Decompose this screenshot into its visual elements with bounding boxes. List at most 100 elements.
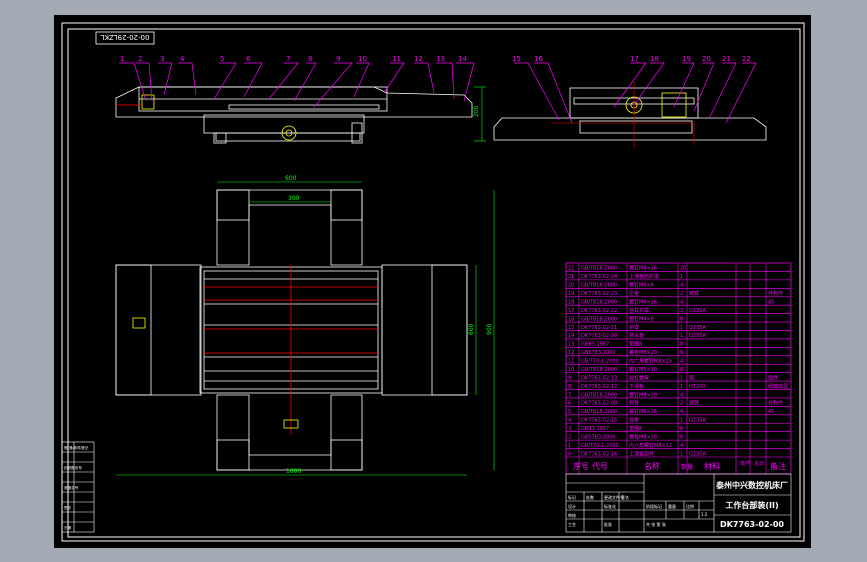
bom-cell-code: GB93-1987: [581, 426, 609, 432]
bom-cell-code: GB/T70.1-2000: [581, 359, 619, 365]
bom-cell-no: 10: [568, 367, 574, 373]
bom-cell-no: 6: [568, 401, 571, 407]
tb-standardization: 标准化: [604, 503, 616, 509]
bom-cell-name: 斜铁: [629, 400, 639, 407]
bom-cell-name: 螺栓M8×20: [629, 349, 657, 356]
bom-cell-material: 铜: [689, 374, 694, 381]
bom-cell-qty: 1: [680, 375, 683, 381]
bom-cell-qty: 4: [680, 299, 683, 305]
bom-cell-qty: 2: [680, 308, 683, 314]
svg-text:19: 19: [682, 55, 691, 63]
drawing-sheet: 00-20-29LZKL 1 2 3 4 5 6 7 8 9 10 11 12 …: [54, 15, 811, 548]
bom-cell-no: 7: [568, 392, 571, 398]
bom-cell-remark: 组装成品: [768, 383, 788, 390]
bom-cell-qty: 4: [680, 359, 683, 365]
bom-cell-qty: 4: [680, 283, 683, 289]
bom-cell-qty: 1: [680, 274, 683, 280]
bom-row: 11 GB/T70.1-2000 内六角螺钉M8×25 4: [568, 358, 683, 365]
bom-cell-code: DK7763-02-08: [581, 401, 617, 407]
svg-text:7: 7: [286, 55, 290, 63]
bom-cell-material: Q235A: [689, 333, 706, 339]
bom-cell-no: 13: [568, 342, 574, 348]
bom-cell-qty: 8: [680, 426, 683, 432]
svg-text:日期: 日期: [64, 525, 72, 530]
bom-cell-no: 3: [568, 426, 571, 432]
svg-text:12: 12: [414, 55, 423, 63]
tb-scale-value: 1:2: [701, 512, 708, 517]
bom-cell-qty: 8: [680, 367, 683, 373]
bom-row: 13 GB93-1987 垫圈8 8: [568, 341, 683, 348]
bom-row: 20 GB/T818-2000 螺钉M6×8 4: [568, 282, 683, 289]
bom-header-qty: 数量: [681, 463, 693, 471]
bom-cell-name: 挡板: [629, 417, 639, 424]
bom-cell-no: 2: [568, 434, 571, 440]
dim-top-width: 600: [285, 175, 297, 182]
bom-header-item: 序号: [573, 461, 589, 471]
bom-cell-qty: 20: [680, 266, 686, 272]
bom-cell-remark: 组件: [768, 374, 778, 381]
bom-cell-name: 螺钉M5×10: [629, 366, 657, 373]
svg-text:1: 1: [120, 55, 124, 63]
title-block-text: 泰州中兴数控机床厂 工作台部装(II) DK7763-02-00 标记 处数 更…: [568, 480, 788, 529]
bom-cell-code: GB/T818-2000: [581, 367, 617, 373]
svg-text:签字: 签字: [64, 505, 72, 510]
svg-text:17: 17: [630, 55, 639, 63]
bom-row: 0 DK7763-02-16 上滑板部件 1 Q235A: [568, 450, 706, 457]
bom-cell-name: 护罩: [629, 324, 639, 331]
bom-cell-name: 螺钉M8×16: [629, 265, 657, 272]
bom-cell-name: 垫圈8: [629, 341, 642, 348]
front-balloon-labels: 1 2 3 4 5 6 7 8 9 10 11 12 13 14: [120, 55, 467, 63]
bom-cell-no: 9: [568, 375, 571, 381]
svg-text:22: 22: [742, 55, 751, 63]
bom-cell-no: 21: [568, 274, 574, 280]
bom-cell-no: 4: [568, 418, 571, 424]
drawing-number: DK7763-02-00: [720, 520, 784, 529]
bom-cell-no: 11: [568, 359, 574, 365]
bom-cell-code: DK7763-02-21: [581, 325, 617, 331]
svg-text:16: 16: [534, 55, 543, 63]
bom-cell-no: 18: [568, 299, 574, 305]
assembly-title: 工作台部装(II): [725, 500, 778, 510]
bom-cell-name: 螺钉M6×16: [629, 408, 657, 415]
tb-scale: 比例: [686, 503, 694, 509]
bom-row: 16 GB/T818-2000 螺钉M4×8 8: [568, 315, 683, 322]
bom-cell-material: 铸铁: [689, 400, 699, 407]
bom-row: 21 DK7763-02-24 上滑板防护罩 1: [568, 273, 683, 280]
bom-cell-code: DK7763-02-15: [581, 418, 617, 424]
svg-text:14: 14: [458, 55, 467, 63]
bom-cell-code: GB93-1987: [581, 342, 609, 348]
dim-outer-width: 1000: [286, 468, 301, 475]
bom-header-remark: 备注: [770, 461, 786, 471]
bom-row: 4 DK7763-02-15 挡板 1 Q235A: [568, 417, 706, 424]
bom-cell-code: GB/T818-2000: [581, 283, 617, 289]
bom-row: 1 GB/T70.1-2000 内六角螺钉M8×12 4: [568, 442, 683, 449]
svg-text:借(通)用件登记: 借(通)用件登记: [64, 445, 89, 450]
bom-cell-code: GB/T818-2000: [581, 266, 617, 272]
tb-process: 工艺: [568, 522, 576, 527]
bom-cell-qty: 8: [680, 342, 683, 348]
bom-cell-no: 15: [568, 325, 574, 331]
bom-cell-qty: 2: [680, 401, 683, 407]
bom-cell-material: Q235A: [689, 451, 706, 457]
side-leaders: [514, 62, 757, 124]
front-leaders: [119, 62, 475, 108]
svg-text:8: 8: [308, 55, 312, 63]
bom-cell-qty: 4: [680, 409, 683, 415]
bom-cell-no: 22: [568, 266, 574, 272]
tb-stage-mark: 阶段标记: [646, 503, 662, 509]
bom-row: 18 GB/T818-2000 螺钉M6×16 4 45: [568, 298, 774, 305]
bom-header-unit: 单件: [740, 460, 750, 467]
bom-cell-qty: 8: [680, 316, 683, 322]
tb-marks: 标记: [568, 494, 576, 500]
bom-cell-code: DK7763-02-23: [581, 291, 617, 297]
side-centerlines: [552, 81, 695, 149]
bom-cell-no: 8: [568, 384, 571, 390]
bom-cell-code: DK7763-02-20: [581, 333, 617, 339]
bom-row: 3 GB93-1987 垫圈8 8: [568, 425, 683, 432]
bom-cell-code: GB/T70.1-2000: [581, 443, 619, 449]
svg-text:21: 21: [722, 55, 731, 63]
bom-cell-code: GB/T818-2000: [581, 392, 617, 398]
bom-cell-no: 19: [568, 291, 574, 297]
bom-cell-no: 12: [568, 350, 574, 356]
bom-cell-qty: 1: [680, 384, 683, 390]
